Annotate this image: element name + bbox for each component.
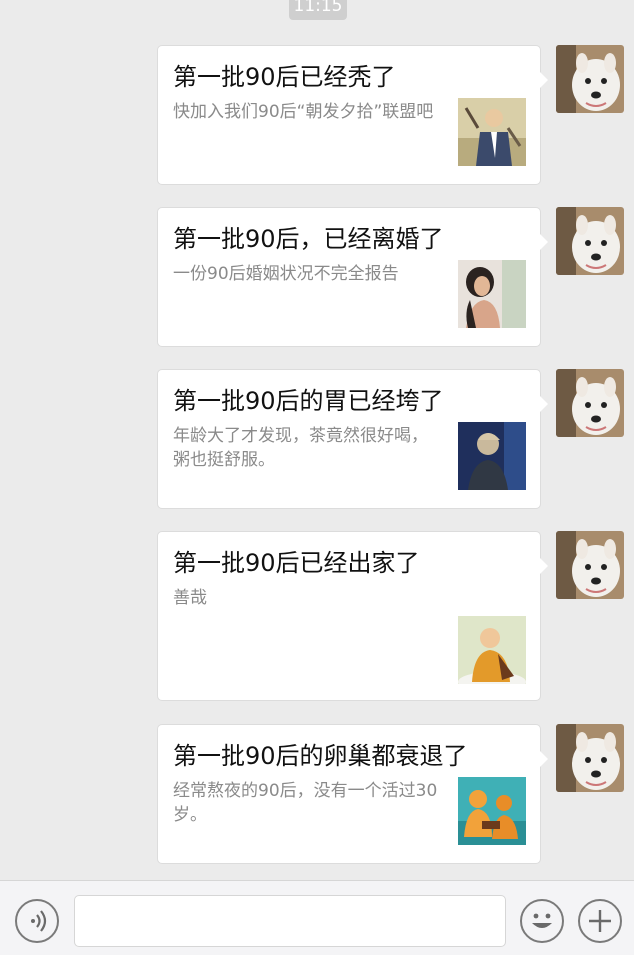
article-title: 第一批90后已经出家了 [173, 549, 420, 577]
input-toolbar [0, 880, 634, 955]
article-card[interactable]: 第一批90后已经出家了 善哉 [157, 531, 548, 701]
woman-portrait-thumbnail [458, 260, 526, 328]
message-time: 11:15 [289, 0, 347, 20]
dog-avatar[interactable] [556, 369, 624, 437]
voice-icon [17, 901, 57, 941]
article-card[interactable]: 第一批90后的卵巢都衰退了 经常熬夜的90后，没有一个活过30岁。 [157, 724, 548, 864]
chat-area: 11:15 第一批90后已经秃了 快加入我们90后“朝发夕拾”联盟吧 第一批90… [0, 0, 634, 880]
cartoon-man-thumbnail [458, 98, 526, 166]
dog-avatar[interactable] [556, 531, 624, 599]
dog-avatar[interactable] [556, 45, 624, 113]
monk-thumbnail [458, 616, 526, 684]
article-description: 善哉 [173, 588, 207, 608]
article-description: 一份90后婚姻状况不完全报告 [173, 264, 399, 284]
article-card[interactable]: 第一批90后已经秃了 快加入我们90后“朝发夕拾”联盟吧 [157, 45, 548, 185]
man-silhouette-thumbnail [458, 422, 526, 490]
article-description: 快加入我们90后“朝发夕拾”联盟吧 [173, 102, 434, 122]
more-button[interactable] [578, 899, 622, 943]
article-title: 第一批90后已经秃了 [173, 63, 396, 91]
plus-icon [580, 901, 620, 941]
article-title: 第一批90后的卵巢都衰退了 [173, 742, 468, 770]
article-title: 第一批90后，已经离婚了 [173, 225, 444, 253]
article-description: 经常熬夜的90后，没有一个活过30岁。 [173, 781, 438, 825]
article-description: 年龄大了才发现，茶竟然很好喝，粥也挺舒服。 [173, 426, 428, 470]
article-card[interactable]: 第一批90后，已经离婚了 一份90后婚姻状况不完全报告 [157, 207, 548, 347]
emoji-button[interactable] [520, 899, 564, 943]
dog-avatar[interactable] [556, 724, 624, 792]
dog-avatar[interactable] [556, 207, 624, 275]
article-title: 第一批90后的胃已经垮了 [173, 387, 444, 415]
cartoon-figures-thumbnail [458, 777, 526, 845]
article-card[interactable]: 第一批90后的胃已经垮了 年龄大了才发现，茶竟然很好喝，粥也挺舒服。 [157, 369, 548, 509]
voice-button[interactable] [15, 899, 59, 943]
emoji-icon [522, 901, 562, 941]
message-input[interactable] [74, 895, 506, 947]
